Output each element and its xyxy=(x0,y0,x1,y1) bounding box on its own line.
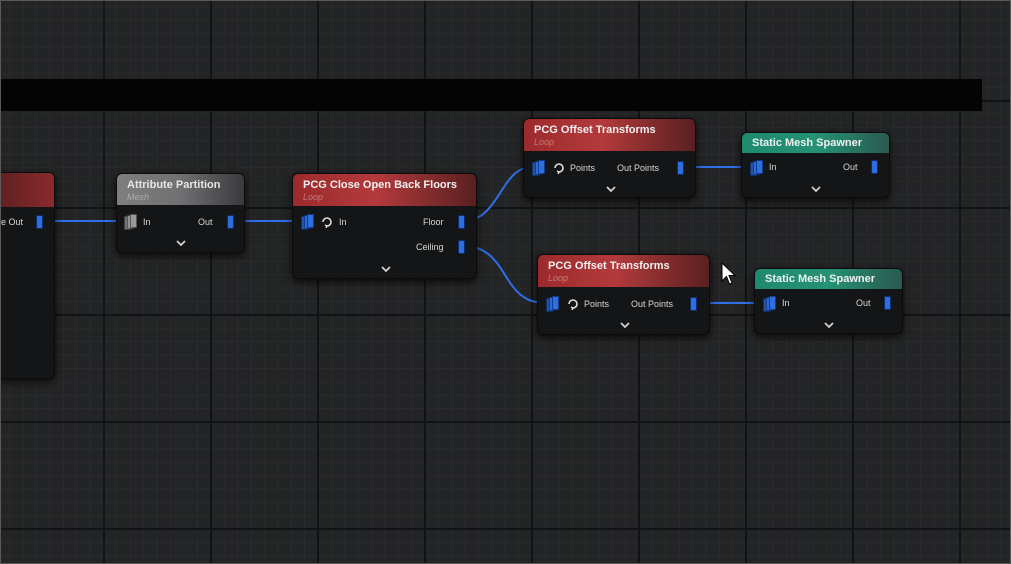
offset-transforms-bottom-out-label: Out Points xyxy=(631,299,674,309)
offset-transforms-top-points-row: Points xyxy=(570,160,595,176)
attribute-partition-in-label: In xyxy=(143,217,151,227)
attribute-partition-in-row: In xyxy=(143,214,151,230)
attribute-partition-header[interactable]: Attribute Partition Mesh xyxy=(117,174,244,205)
close-open-back-floors-in-label: In xyxy=(339,217,347,227)
attribute-partition-out-row: Out xyxy=(198,214,213,230)
close-open-back-floors-floor-label: Floor xyxy=(423,217,444,227)
offset-transforms-top-out-label: Out Points xyxy=(617,163,660,173)
offset-transforms-bottom-node[interactable]: PCG Offset Transforms Loop Points Out Po… xyxy=(537,254,710,335)
offset-transforms-bottom-out-pin[interactable] xyxy=(690,297,697,311)
loop-arrow-icon xyxy=(322,217,332,228)
attribute-partition-subtitle: Mesh xyxy=(127,192,150,202)
offset-transforms-bottom-title: PCG Offset Transforms xyxy=(548,260,670,272)
close-open-back-floors-in-row: In xyxy=(339,214,347,230)
static-mesh-spawner-bottom-in-label: In xyxy=(782,298,790,308)
static-mesh-spawner-top-header[interactable]: Static Mesh Spawner xyxy=(742,133,889,153)
attribute-partition-title: Attribute Partition xyxy=(127,179,221,191)
offset-transforms-top-title: PCG Offset Transforms xyxy=(534,124,656,136)
close-open-back-floors-header[interactable]: PCG Close Open Back Floors Loop xyxy=(293,174,476,206)
chevron-down-icon[interactable] xyxy=(605,185,617,193)
static-mesh-spawner-top-node[interactable]: Static Mesh Spawner In Out xyxy=(741,132,890,198)
close-open-back-floors-ceiling-label: Ceiling xyxy=(416,242,444,252)
offset-transforms-bottom-subtitle: Loop xyxy=(548,273,569,283)
static-mesh-spawner-bottom-title: Static Mesh Spawner xyxy=(765,273,876,285)
static-mesh-spawner-top-out-row: Out xyxy=(843,159,858,175)
static-mesh-spawner-bottom-out-label: Out xyxy=(856,298,871,308)
offset-transforms-bottom-out-row: Out Points xyxy=(631,296,673,312)
attribute-partition-node[interactable]: Attribute Partition Mesh In Out xyxy=(116,173,245,253)
close-open-back-floors-subtitle: Loop xyxy=(303,192,324,202)
attribute-partition-in-pin[interactable] xyxy=(124,214,137,230)
chevron-down-icon[interactable] xyxy=(810,185,822,193)
static-mesh-spawner-bottom-node[interactable]: Static Mesh Spawner In Out xyxy=(754,268,903,334)
static-mesh-spawner-bottom-out-row: Out xyxy=(856,295,871,311)
chevron-down-icon[interactable] xyxy=(823,321,835,329)
partial-out-pin[interactable] xyxy=(36,215,43,229)
static-mesh-spawner-top-in-label: In xyxy=(769,162,777,172)
static-mesh-spawner-top-in-row: In xyxy=(769,159,777,175)
offset-transforms-top-subtitle: Loop xyxy=(534,137,555,147)
offset-transforms-bottom-in-pin[interactable] xyxy=(546,296,559,312)
chevron-down-icon[interactable] xyxy=(175,239,187,247)
attribute-partition-out-label: Out xyxy=(198,217,213,227)
chevron-down-icon[interactable] xyxy=(619,321,631,329)
offset-transforms-bottom-points-row: Points xyxy=(584,296,609,312)
offset-transforms-top-out-pin[interactable] xyxy=(677,161,684,175)
static-mesh-spawner-top-in-pin[interactable] xyxy=(750,160,763,176)
offset-transforms-top-out-row: Out Points xyxy=(617,160,659,176)
close-open-back-floors-floor-pin[interactable] xyxy=(458,215,465,229)
partial-out-label: e Out xyxy=(1,217,24,227)
chevron-down-icon[interactable] xyxy=(380,265,392,273)
close-open-back-floors-ceiling-row: Ceiling xyxy=(416,239,444,255)
static-mesh-spawner-bottom-in-pin[interactable] xyxy=(763,296,776,312)
static-mesh-spawner-top-out-pin[interactable] xyxy=(871,160,878,174)
static-mesh-spawner-bottom-header[interactable]: Static Mesh Spawner xyxy=(755,269,902,289)
offset-transforms-bottom-header[interactable]: PCG Offset Transforms Loop xyxy=(538,255,709,287)
close-open-back-floors-floor-row: Floor xyxy=(423,214,444,230)
static-mesh-spawner-bottom-in-row: In xyxy=(782,295,790,311)
offset-transforms-top-header[interactable]: PCG Offset Transforms Loop xyxy=(524,119,695,151)
offset-transforms-bottom-points-label: Points xyxy=(584,299,610,309)
loop-arrow-icon xyxy=(554,163,564,174)
static-mesh-spawner-bottom-out-pin[interactable] xyxy=(884,296,891,310)
partial-out-pin-row: e Out xyxy=(1,214,23,230)
offset-transforms-top-node[interactable]: PCG Offset Transforms Loop Points Out Po… xyxy=(523,118,696,198)
mouse-pointer-icon xyxy=(721,262,737,285)
attribute-partition-out-pin[interactable] xyxy=(227,215,234,229)
close-open-back-floors-title: PCG Close Open Back Floors xyxy=(303,179,458,191)
close-open-back-floors-in-pin[interactable] xyxy=(301,214,314,230)
static-mesh-spawner-top-out-label: Out xyxy=(843,162,858,172)
offset-transforms-top-points-label: Points xyxy=(570,163,596,173)
close-open-back-floors-node[interactable]: PCG Close Open Back Floors Loop In Floor… xyxy=(292,173,477,279)
offset-transforms-top-in-pin[interactable] xyxy=(532,160,545,176)
static-mesh-spawner-top-title: Static Mesh Spawner xyxy=(752,137,863,149)
partial-node[interactable]: e Out xyxy=(0,172,55,379)
partial-node-header[interactable] xyxy=(0,173,54,207)
loop-arrow-icon xyxy=(568,299,578,310)
close-open-back-floors-ceiling-pin[interactable] xyxy=(458,240,465,254)
